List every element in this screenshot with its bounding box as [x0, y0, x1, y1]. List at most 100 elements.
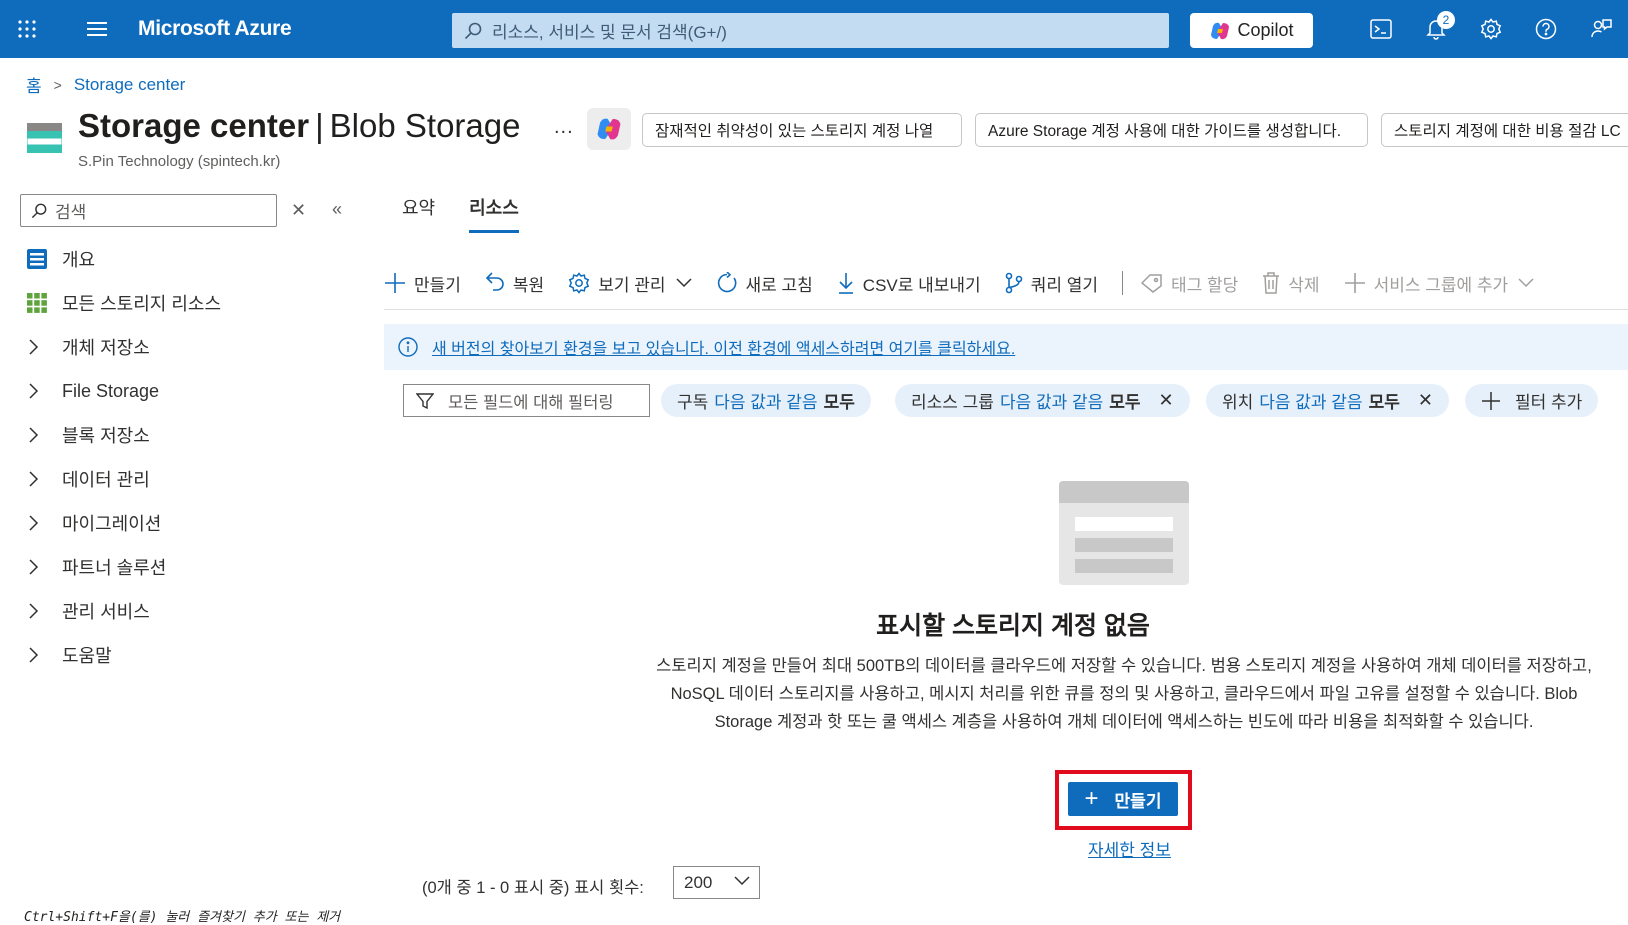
open-query-button[interactable]: 쿼리 열기 [1005, 271, 1098, 296]
filter-pill-resource-group[interactable]: 리소스 그룹 다음 값과 같음 모두 ✕ [895, 384, 1190, 417]
search-icon [464, 22, 482, 39]
tab-summary[interactable]: 요약 [402, 194, 435, 233]
create-button[interactable]: 만들기 [384, 271, 461, 296]
toolbar-divider [1121, 271, 1123, 295]
filter-pill-location[interactable]: 위치 다음 값과 같음 모두 ✕ [1206, 384, 1449, 417]
plus-icon [1344, 272, 1366, 294]
filter-pill-subscription[interactable]: 구독 다음 값과 같음 모두 [661, 384, 871, 417]
breadcrumb-current-link[interactable]: Storage center [74, 75, 186, 95]
chevron-right-icon [24, 426, 62, 444]
tag-icon [1140, 273, 1163, 293]
sidebar-item-object-storage[interactable]: 개체 저장소 [24, 325, 354, 369]
sidebar-item-overview[interactable]: 개요 [24, 237, 354, 281]
page-subtitle: S.Pin Technology (spintech.kr) [78, 153, 281, 170]
restore-button[interactable]: 복원 [485, 271, 544, 296]
create-storage-account-button[interactable]: + 만들기 [1068, 782, 1178, 816]
copilot-suggestions-button[interactable] [587, 108, 631, 150]
info-icon [398, 337, 418, 357]
global-search-input[interactable]: 리소스, 서비스 및 문서 검색(G+/) [452, 13, 1169, 48]
notification-count-badge: 2 [1437, 11, 1455, 29]
empty-storage-illustration-icon [1059, 481, 1189, 585]
learn-more-link[interactable]: 자세한 정보 [1088, 836, 1171, 861]
sidebar-item-migration[interactable]: 마이그레이션 [24, 501, 354, 545]
remove-filter-icon[interactable]: ✕ [1418, 390, 1433, 411]
chevron-right-icon [24, 646, 62, 664]
grid-icon [24, 292, 62, 314]
settings-gear-icon [568, 272, 590, 294]
clear-search-icon[interactable]: ✕ [291, 200, 306, 221]
toolbar-divider-line [384, 309, 1628, 310]
refresh-button[interactable]: 새로 고침 [716, 271, 813, 296]
delete-button[interactable]: 삭제 [1262, 271, 1320, 296]
copilot-button[interactable]: Copilot [1190, 13, 1313, 48]
download-icon [837, 272, 855, 294]
chevron-right-icon [24, 514, 62, 532]
remove-filter-icon[interactable]: ✕ [1159, 390, 1174, 411]
app-launcher-icon[interactable] [0, 0, 54, 58]
sidebar-item-partner-solutions[interactable]: 파트너 솔루션 [24, 545, 354, 589]
chevron-down-icon [734, 876, 750, 886]
sidebar-item-label: 모든 스토리지 리소스 [62, 294, 222, 314]
copilot-logo-icon [597, 118, 621, 140]
storage-center-icon [27, 123, 62, 153]
previous-experience-link[interactable]: 새 버전의 찾아보기 환경을 보고 있습니다. 이전 환경에 액세스하려면 여기… [432, 335, 1015, 359]
add-to-service-group-button[interactable]: 서비스 그룹에 추가 [1344, 271, 1535, 296]
plus-icon [384, 272, 406, 294]
chevron-right-icon [24, 470, 62, 488]
assign-tags-button[interactable]: 태그 할당 [1140, 271, 1238, 296]
brand-title[interactable]: Microsoft Azure [138, 17, 292, 41]
filter-icon [416, 392, 434, 409]
sidebar-item-label: 블록 저장소 [62, 426, 150, 446]
undo-icon [485, 272, 505, 294]
query-icon [1005, 272, 1023, 294]
tab-bar: 요약 리소스 [402, 194, 553, 233]
top-bar: Microsoft Azure 리소스, 서비스 및 문서 검색(G+/) Co… [0, 0, 1628, 58]
sidebar-item-block-storage[interactable]: 블록 저장소 [24, 413, 354, 457]
collapse-sidebar-icon[interactable]: « [332, 199, 342, 220]
breadcrumb-home-link[interactable]: 홈 [26, 72, 42, 97]
search-placeholder: 리소스, 서비스 및 문서 검색(G+/) [492, 23, 727, 42]
chevron-down-icon [1518, 278, 1534, 288]
more-actions-button[interactable]: ... [554, 116, 574, 139]
notifications-bell-icon[interactable]: 2 [1408, 0, 1463, 58]
copilot-logo-icon [1211, 22, 1230, 39]
empty-state-description: 스토리지 계정을 만들어 최대 500TB의 데이터를 클라우드에 저장할 수 … [656, 657, 1592, 731]
sidebar-item-data-management[interactable]: 데이터 관리 [24, 457, 354, 501]
tab-resources[interactable]: 리소스 [469, 194, 519, 233]
export-csv-button[interactable]: CSV로 내보내기 [837, 271, 981, 296]
info-banner: 새 버전의 찾아보기 환경을 보고 있습니다. 이전 환경에 액세스하려면 여기… [384, 324, 1628, 370]
sidebar-item-label: 파트너 솔루션 [62, 558, 167, 578]
suggestion-chip[interactable]: Azure Storage 계정 사용에 대한 가이드를 생성합니다. [975, 113, 1368, 147]
page-size-select[interactable]: 200 [673, 866, 760, 899]
hamburger-menu-icon[interactable] [70, 0, 124, 58]
command-toolbar: 만들기 복원 보기 관리 새로 고침 CSV로 내보내기 쿼리 열기 태그 할당… [384, 265, 1558, 301]
help-question-icon[interactable] [1518, 0, 1573, 58]
plus-icon [1482, 391, 1500, 410]
sidebar-item-label: File Storage [62, 380, 160, 401]
trash-icon [1262, 272, 1280, 294]
refresh-icon [716, 272, 738, 294]
paging-status: (0개 중 1 - 0 표시 중) 표시 횟수: [422, 879, 644, 897]
settings-gear-icon[interactable] [1463, 0, 1518, 58]
suggestion-chip[interactable]: 잠재적인 취약성이 있는 스토리지 계정 나열 [642, 113, 962, 147]
suggestion-chip[interactable]: 스토리지 계정에 대한 비용 절감 LC [1381, 113, 1628, 147]
sidebar-item-label: 개체 저장소 [62, 338, 150, 358]
feedback-icon[interactable] [1573, 0, 1628, 58]
chevron-right-icon [24, 338, 62, 356]
sidebar-item-label: 개요 [62, 250, 96, 270]
chevron-down-icon [675, 278, 692, 288]
filter-input[interactable]: 모든 필드에 대해 필터링 [403, 384, 650, 417]
cloud-shell-icon[interactable] [1353, 0, 1408, 58]
sidebar-item-file-storage[interactable]: File Storage [24, 369, 354, 413]
manage-view-dropdown[interactable]: 보기 관리 [568, 271, 692, 296]
add-filter-button[interactable]: 필터 추가 [1465, 384, 1599, 417]
chevron-right-icon [24, 382, 62, 400]
sidebar-search-input[interactable]: 검색 [20, 194, 277, 227]
chevron-right-icon [24, 558, 62, 576]
breadcrumb: 홈 > Storage center [26, 72, 185, 97]
sidebar-item-label: 마이그레이션 [62, 514, 162, 534]
sidebar-item-label: 도움말 [62, 646, 112, 666]
breadcrumb-separator-icon: > [53, 76, 62, 93]
sidebar-item-all-storage-resources[interactable]: 모든 스토리지 리소스 [24, 281, 354, 325]
empty-state-title: 표시할 스토리지 계정 없음 [876, 612, 1150, 640]
